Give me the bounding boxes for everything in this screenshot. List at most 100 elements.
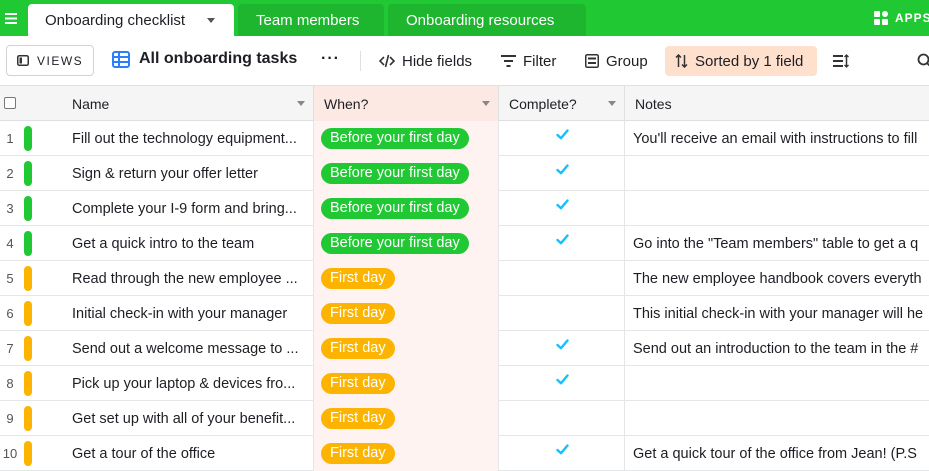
cell-name[interactable]: Get a quick intro to the team xyxy=(62,226,314,261)
cell-notes[interactable]: The new employee handbook covers everyth xyxy=(625,261,929,296)
sort-button[interactable]: Sorted by 1 field xyxy=(665,46,817,76)
cell-when[interactable]: First day xyxy=(314,261,499,296)
status-badge: Before your first day xyxy=(321,128,469,149)
cell-complete[interactable] xyxy=(499,191,625,226)
cell-name[interactable]: Get a tour of the office xyxy=(62,436,314,471)
column-header-complete[interactable]: Complete? xyxy=(499,86,625,121)
cell-when[interactable]: First day xyxy=(314,401,499,436)
tab-onboarding-checklist[interactable]: Onboarding checklist xyxy=(28,4,234,36)
cell-complete[interactable] xyxy=(499,261,625,296)
table-row[interactable]: 2 Sign & return your offer letter Before y… xyxy=(0,156,929,191)
cell-when[interactable]: First day xyxy=(314,331,499,366)
view-more-button[interactable]: ··· xyxy=(321,50,340,68)
grid-header: Name When? Complete? Notes xyxy=(0,86,929,121)
table-row[interactable]: 4 Get a quick intro to the team Before you… xyxy=(0,226,929,261)
filter-button[interactable]: Filter xyxy=(494,46,563,76)
row-height-button[interactable] xyxy=(826,46,856,76)
apps-label: APPS xyxy=(895,11,929,25)
status-badge: Before your first day xyxy=(321,163,469,184)
cell-complete[interactable] xyxy=(499,366,625,401)
row-number: 9 xyxy=(6,411,14,426)
chevron-down-icon[interactable] xyxy=(608,101,616,106)
cell-notes-text: Go into the "Team members" table to get … xyxy=(633,235,919,252)
table-row[interactable]: 9 Get set up with all of your benefit... F… xyxy=(0,401,929,436)
table-row[interactable]: 1 Fill out the technology equipment... Bef… xyxy=(0,121,929,156)
apps-button[interactable]: APPS xyxy=(873,9,929,27)
cell-notes[interactable]: Get a quick tour of the office from Jean… xyxy=(625,436,929,471)
chevron-down-icon[interactable] xyxy=(297,101,305,106)
cell-complete[interactable] xyxy=(499,436,625,471)
chevron-down-icon[interactable] xyxy=(207,17,216,23)
base-tab-bar: Onboarding checklist Team members Onboar… xyxy=(0,0,929,36)
row-number: 2 xyxy=(6,166,14,181)
cell-name[interactable]: Pick up your laptop & devices fro... xyxy=(62,366,314,401)
cell-when[interactable]: First day xyxy=(314,296,499,331)
column-header-notes[interactable]: Notes xyxy=(625,86,929,121)
cell-complete[interactable] xyxy=(499,121,625,156)
cell-name[interactable]: Read through the new employee ... xyxy=(62,261,314,296)
cell-name[interactable]: Sign & return your offer letter xyxy=(62,156,314,191)
cell-notes[interactable] xyxy=(625,156,929,191)
table-row[interactable]: 3 Complete your I-9 form and bring... Befo… xyxy=(0,191,929,226)
view-switcher[interactable]: All onboarding tasks xyxy=(112,50,297,68)
cell-notes[interactable]: You'll receive an email with instruction… xyxy=(625,121,929,156)
cell-name-text: Send out a welcome message to ... xyxy=(72,340,299,357)
group-label: Group xyxy=(606,52,648,70)
cell-name-text: Sign & return your offer letter xyxy=(72,165,258,182)
status-bar xyxy=(24,231,32,256)
cell-when[interactable]: Before your first day xyxy=(314,226,499,261)
checkmark-icon xyxy=(556,164,569,175)
table-row[interactable]: 7 Send out a welcome message to ... First … xyxy=(0,331,929,366)
cell-notes[interactable]: Send out an introduction to the team in … xyxy=(625,331,929,366)
table-row[interactable]: 8 Pick up your laptop & devices fro... Fir… xyxy=(0,366,929,401)
cell-name[interactable]: Fill out the technology equipment... xyxy=(62,121,314,156)
row-number: 1 xyxy=(6,131,14,146)
row-color-indicator xyxy=(24,331,36,366)
cell-complete[interactable] xyxy=(499,296,625,331)
cell-complete[interactable] xyxy=(499,226,625,261)
search-button[interactable] xyxy=(910,46,929,76)
status-bar xyxy=(24,336,32,361)
views-button[interactable]: VIEWS xyxy=(6,45,94,76)
table-row[interactable]: 5 Read through the new employee ... First … xyxy=(0,261,929,296)
group-icon xyxy=(585,54,599,68)
column-header-name[interactable]: Name xyxy=(62,86,314,121)
group-button[interactable]: Group xyxy=(578,46,655,76)
cell-notes[interactable]: This initial check-in with your manager … xyxy=(625,296,929,331)
cell-when[interactable]: Before your first day xyxy=(314,191,499,226)
cell-when[interactable]: First day xyxy=(314,436,499,471)
menu-icon[interactable] xyxy=(0,0,22,36)
table-row[interactable]: 10 Get a tour of the office First day Get a… xyxy=(0,436,929,471)
cell-notes[interactable] xyxy=(625,366,929,401)
cell-notes[interactable] xyxy=(625,401,929,436)
cell-when[interactable]: Before your first day xyxy=(314,121,499,156)
row-number: 7 xyxy=(6,341,14,356)
cell-name[interactable]: Send out a welcome message to ... xyxy=(62,331,314,366)
status-badge: First day xyxy=(321,408,395,429)
chevron-down-icon[interactable] xyxy=(482,101,490,106)
cell-notes-text: You'll receive an email with instruction… xyxy=(633,130,918,147)
cell-when[interactable]: Before your first day xyxy=(314,156,499,191)
cell-complete[interactable] xyxy=(499,156,625,191)
tab-onboarding-resources[interactable]: Onboarding resources xyxy=(388,4,586,36)
row-number: 5 xyxy=(6,271,14,286)
cell-name[interactable]: Get set up with all of your benefit... xyxy=(62,401,314,436)
tab-team-members[interactable]: Team members xyxy=(238,4,384,36)
table-row[interactable]: 6 Initial check-in with your manager First… xyxy=(0,296,929,331)
checkmark-icon xyxy=(556,234,569,245)
cell-notes[interactable]: Go into the "Team members" table to get … xyxy=(625,226,929,261)
hide-fields-button[interactable]: Hide fields xyxy=(372,46,479,76)
column-header-when[interactable]: When? xyxy=(314,86,499,121)
select-all-checkbox[interactable] xyxy=(4,97,16,109)
row-color-indicator xyxy=(24,121,36,156)
cell-name-text: Read through the new employee ... xyxy=(72,270,298,287)
cell-when[interactable]: First day xyxy=(314,366,499,401)
cell-complete[interactable] xyxy=(499,331,625,366)
checkmark-icon xyxy=(556,129,569,140)
cell-notes[interactable] xyxy=(625,191,929,226)
cell-complete[interactable] xyxy=(499,401,625,436)
cell-name[interactable]: Complete your I-9 form and bring... xyxy=(62,191,314,226)
cell-name[interactable]: Initial check-in with your manager xyxy=(62,296,314,331)
view-toolbar: VIEWS All onboarding tasks ··· Hide fiel… xyxy=(0,36,929,86)
checkmark-icon xyxy=(556,444,569,455)
